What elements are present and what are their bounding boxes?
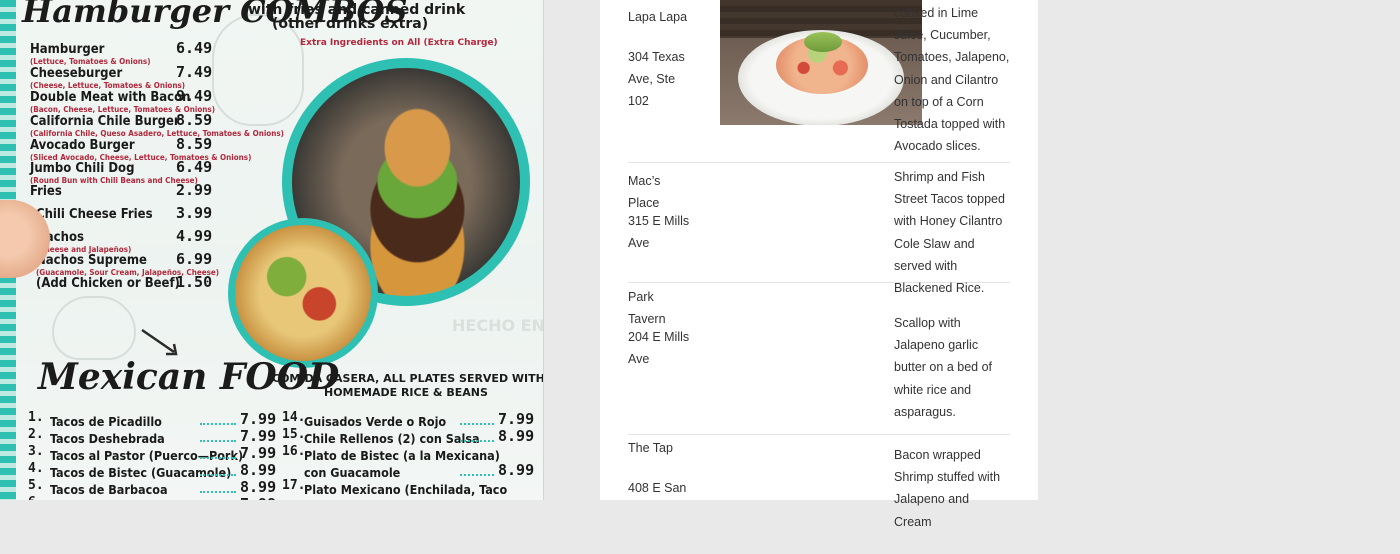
menu-item-price: 4.99: [176, 227, 213, 245]
menu-item-price: 8.59: [176, 135, 213, 153]
menu-item-price: 3.99: [176, 204, 213, 222]
menu-item-price: 2.99: [176, 181, 213, 199]
dotted-leader: [200, 491, 236, 493]
restaurant-address: 304 Texas Ave, Ste 102: [628, 50, 685, 109]
menu-item: Chili Cheese Fries: [36, 203, 153, 222]
menu-item-price: 8.99: [240, 478, 277, 496]
menu-item-price: 1.50: [176, 273, 213, 291]
nachos-photo: [235, 225, 371, 361]
menu-item-number: 5.: [28, 478, 44, 493]
table-row: Mac’s Place 315 E Mills Ave Shrimp and F…: [628, 162, 1010, 295]
dotted-leader: [200, 474, 236, 476]
menu-item-price: 7.99: [240, 410, 277, 428]
menu-item-number: 3.: [28, 444, 44, 459]
dish-description: Bacon wrapped Shrimp stuffed with Jalape…: [894, 448, 1001, 529]
menu-item-name: California Chile Burger: [30, 114, 180, 129]
menu-item-number: 16.: [282, 444, 306, 459]
menu-item-number: 6.: [28, 495, 44, 500]
menu-item-name: Plato de Bistec (a la Mexicana): [304, 448, 500, 463]
menu-item-number: 2.: [28, 427, 44, 442]
restaurant-address: 204 E Mills Ave: [628, 330, 690, 367]
menu-item-name: Jumbo Chili Dog: [30, 161, 135, 176]
table-row: Park Tavern 204 E Mills Ave Scallop with…: [628, 282, 1010, 435]
menu-item-name: Tacos de Bistec (Guacamole): [50, 465, 232, 480]
menu-item-name: Hamburger: [30, 42, 105, 57]
ceviche-dish-photo: [720, 0, 922, 125]
dotted-leader: [460, 423, 494, 425]
menu-item-name: Tacos Deshebrada: [50, 431, 165, 446]
menu-item-name: Fries: [30, 184, 62, 199]
menu-item-name: Cheeseburger: [30, 66, 123, 81]
menu-item-name: Nachos Supreme: [36, 253, 147, 268]
menu-item-name: con Guacamole: [304, 465, 401, 480]
article-content: Lapa Lapa 304 Texas Ave, Ste 102 cooked …: [600, 0, 1038, 529]
dish-description: Scallop with Jalapeno garlic butter on a…: [894, 316, 992, 419]
menu-item-price: 6.49: [176, 158, 213, 176]
menu-item: (Add Chicken or Beef): [36, 272, 180, 291]
menu-item-price: 7.99: [240, 427, 277, 445]
menu-item-number: 17.: [282, 478, 306, 493]
dotted-leader: [200, 423, 236, 425]
restaurant-address: 315 E Mills Ave: [628, 214, 690, 251]
menu-item-name: Tacos al Pastor (Puerco—Pork): [50, 448, 244, 463]
extra-ingredients-note: Extra Ingredients on All (Extra Charge): [300, 38, 498, 48]
menu-item-name: Chile Rellenos (2) con Salsa: [304, 431, 480, 446]
menu-item-name: Double Meat with Bacon: [30, 90, 191, 105]
menu-item: Fries: [30, 180, 62, 199]
menu-item-price: 8.99: [498, 427, 535, 445]
cat-doodle: [52, 296, 136, 360]
hamburger-subtitle-2: (other drinks extra): [272, 16, 429, 32]
restaurant-name: Lapa Lapa: [628, 10, 688, 24]
menu-item-name: Guisados Verde o Rojo: [304, 414, 447, 429]
menu-item-name: Avocado Burger: [30, 138, 135, 153]
dotted-leader: [200, 440, 236, 442]
menu-item-price: 7.49: [176, 63, 213, 81]
menu-item-price: 7.99: [240, 495, 276, 500]
dotted-leader: [460, 440, 494, 442]
menu-item: con Chile Relleno): [304, 496, 418, 500]
nachos-photo-circle: [228, 218, 378, 368]
menu-item-name: Tacos de Picadillo: [50, 414, 162, 429]
menu-item-price: 8.99: [240, 461, 277, 479]
menu-item-number: 15.: [282, 427, 306, 442]
hecho-en-watermark: HECHO EN: [452, 316, 544, 335]
mexican-subtitle-2: HOMEMADE RICE & BEANS: [324, 386, 488, 399]
menu-item-price: 8.59: [176, 111, 213, 129]
menu-item-price: 6.99: [176, 250, 213, 268]
restaurant-address: 408 E San: [628, 481, 687, 495]
mexican-subtitle-1: COMIDA CASERA, ALL PLATES SERVED WITH: [272, 372, 544, 385]
restaurant-name: The Tap: [628, 441, 673, 455]
table-row: Lapa Lapa 304 Texas Ave, Ste 102 cooked …: [628, 0, 1010, 163]
menu-item-price: 7.99: [498, 410, 535, 428]
menu-item-price: 8.99: [498, 461, 535, 479]
restaurant-name: Park Tavern: [628, 290, 666, 327]
menu-photo: Hamburger COMBOS with fries and canned d…: [0, 0, 544, 500]
dotted-leader: [200, 457, 236, 459]
dotted-leader: [460, 474, 494, 476]
menu-item-price: 6.49: [176, 39, 213, 57]
menu-item-name: (Add Chicken or Beef): [36, 276, 180, 291]
menu-item-name: Chili Cheese Fries: [36, 207, 153, 222]
menu-item-name: Tacos de Barbacoa: [50, 482, 168, 497]
menu-item-price: 7.99: [240, 444, 277, 462]
restaurant-name: Mac’s Place: [628, 174, 661, 211]
menu-item-price: 9.49: [176, 87, 213, 105]
dish-description: cooked in Lime Juice, Cucumber, Tomatoes…: [894, 6, 1010, 154]
menu-item-name: Plato Mexicano (Enchilada, Taco: [304, 482, 508, 497]
menu-item-number: 1.: [28, 410, 44, 425]
menu-item-number: 4.: [28, 461, 44, 476]
dish-description: Shrimp and Fish Street Tacos topped with…: [894, 170, 1005, 296]
avocado-slices: [804, 32, 842, 52]
table-row: The Tap 408 E San Bacon wrapped Shrimp s…: [628, 434, 1010, 554]
menu-item: Tacos de Pollo: [50, 496, 140, 500]
menu-item-number: 14.: [282, 410, 306, 425]
